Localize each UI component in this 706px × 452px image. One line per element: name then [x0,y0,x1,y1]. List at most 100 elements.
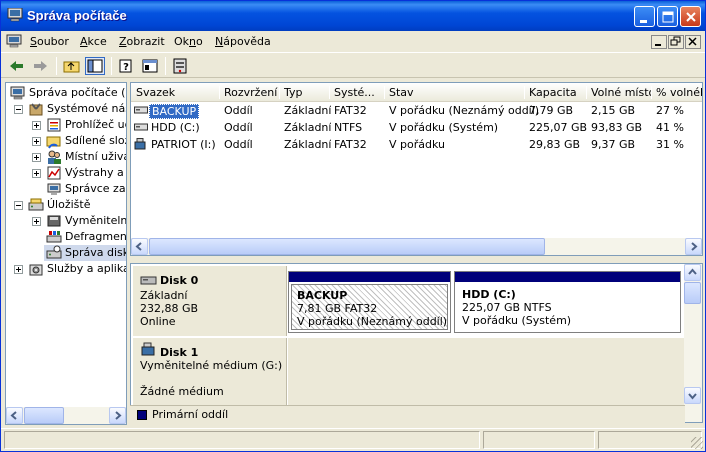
column-header-filesystem[interactable]: Systé... [334,86,382,99]
table-row[interactable]: PATRIOT (I:) Oddíl Základní FAT32 V pořá… [131,136,702,153]
help-icon: ? [119,59,132,73]
column-header-volume[interactable]: Svazek [136,86,216,99]
menu-napoveda[interactable]: Nápověda [215,35,271,48]
column-header-capacity[interactable]: Kapacita [529,86,584,99]
title-bar[interactable]: Správa počítače [1,1,705,31]
column-header-type[interactable]: Typ [284,86,329,99]
resize-grip[interactable] [691,437,703,449]
up-one-level-button[interactable] [62,57,82,75]
services-icon [29,264,43,276]
arrow-left-icon [10,411,17,420]
scroll-left-button[interactable] [6,407,23,424]
menu-soubor[interactable]: Soubor [30,35,69,48]
doc-minimize-button[interactable] [651,35,667,49]
tree-item-disk-management[interactable]: Správa disků [44,245,126,261]
scroll-thumb[interactable] [24,407,64,424]
close-button[interactable] [680,6,701,27]
tree-horizontal-scrollbar[interactable] [6,407,126,424]
scroll-down-button[interactable] [684,387,701,404]
show-hide-tree-button[interactable] [85,57,105,75]
close-icon [688,37,697,46]
table-row[interactable]: BACKUP Oddíl Základní FAT32 V pořádku (N… [131,102,702,119]
column-header-percent-free[interactable]: % volného [656,86,702,99]
console-tree[interactable]: Správa počítače (místní) Systémové nástr… [5,82,127,425]
menu-zobrazit[interactable]: Zobrazit [119,35,165,48]
list-horizontal-scrollbar[interactable] [131,238,702,255]
expand-toggle[interactable] [32,153,41,162]
show-hide-tree-icon [87,59,103,73]
close-icon [686,12,696,22]
status-cell-2 [483,431,595,449]
arrow-up-icon [688,268,697,275]
settings-button[interactable] [171,57,191,75]
minimize-button[interactable] [634,6,655,27]
event-viewer-icon [47,118,61,132]
column-header-free-space[interactable]: Volné místo [591,86,651,99]
arrow-left-icon [135,242,142,251]
users-icon [48,150,61,164]
back-button[interactable] [7,57,27,75]
menu-okno[interactable]: Okno [174,35,203,48]
menu-bar: Soubor Akce Zobrazit Okno Nápověda [1,31,705,53]
maximize-button[interactable] [657,6,678,27]
partition-backup[interactable]: BACKUP 7,81 GB FAT32 V pořádku (Neznámý … [288,271,451,333]
partition-hdd-c[interactable]: HDD (C:) 225,07 GB NTFS V pořádku (Systé… [454,271,681,333]
performance-icon [47,166,61,180]
doc-close-button[interactable] [685,35,701,49]
doc-restore-button[interactable] [668,35,684,49]
collapse-toggle[interactable] [14,105,23,114]
hard-disk-icon [140,276,157,285]
maximize-icon [662,11,674,23]
computer-management-icon [7,8,23,22]
arrow-right-icon [115,411,122,420]
minimize-icon [640,20,647,23]
computer-icon [10,86,25,100]
column-header-status[interactable]: Stav [389,86,519,99]
settings-icon [173,58,187,74]
expand-toggle[interactable] [32,169,41,178]
expand-toggle[interactable] [14,265,23,274]
collapse-toggle[interactable] [14,201,23,210]
removable-storage-icon [47,215,61,227]
disk-management-icon [46,245,62,259]
status-bar [1,428,705,451]
arrow-right-icon [691,242,698,251]
back-icon [10,61,23,71]
expand-toggle[interactable] [32,217,41,226]
scroll-left-button[interactable] [131,238,148,255]
expand-toggle[interactable] [32,137,41,146]
primary-partition-bar [455,272,680,282]
help-button[interactable]: ? [117,57,137,75]
status-cell-3 [598,431,702,449]
up-folder-icon [63,61,80,73]
disk-vertical-scrollbar[interactable] [684,264,702,422]
usb-drive-icon [134,138,146,150]
properties-button[interactable] [140,57,160,75]
volume-list[interactable]: Svazek Rozvržení Typ Systé... Stav Kapac… [130,82,703,256]
table-row[interactable]: HDD (C:) Oddíl Základní NTFS V pořádku (… [131,119,702,136]
removable-disk-icon [141,342,155,356]
defrag-icon [46,231,62,243]
scroll-right-button[interactable] [109,407,126,424]
column-header-layout[interactable]: Rozvržení [224,86,279,99]
menu-akce[interactable]: Akce [80,35,107,48]
scroll-right-button[interactable] [685,238,702,255]
mmc-document-icon[interactable] [6,34,22,49]
primary-partition-swatch [137,410,147,420]
primary-partition-bar [289,272,450,282]
disk-1-info[interactable]: Disk 1 Vyměnitelné médium (G:) Žádné méd… [133,338,287,410]
scroll-thumb[interactable] [149,238,545,255]
scroll-thumb[interactable] [684,282,701,304]
scroll-up-button[interactable] [684,264,701,281]
computer-management-window: Správa počítače Soubor Akce Zobrazit Okn… [0,0,706,452]
disk-graphical-view[interactable]: Disk 0 Základní 232,88 GB Online BACKUP … [130,263,703,423]
disk-0-info[interactable]: Disk 0 Základní 232,88 GB Online [133,266,287,336]
partition-legend: Primární oddíl [130,405,685,423]
forward-button[interactable] [30,57,50,75]
restore-icon [670,36,681,46]
svg-text:?: ? [123,62,129,73]
device-manager-icon [47,183,61,195]
toolbar: ? [1,54,705,78]
expand-toggle[interactable] [32,121,41,130]
storage-icon [28,198,44,211]
